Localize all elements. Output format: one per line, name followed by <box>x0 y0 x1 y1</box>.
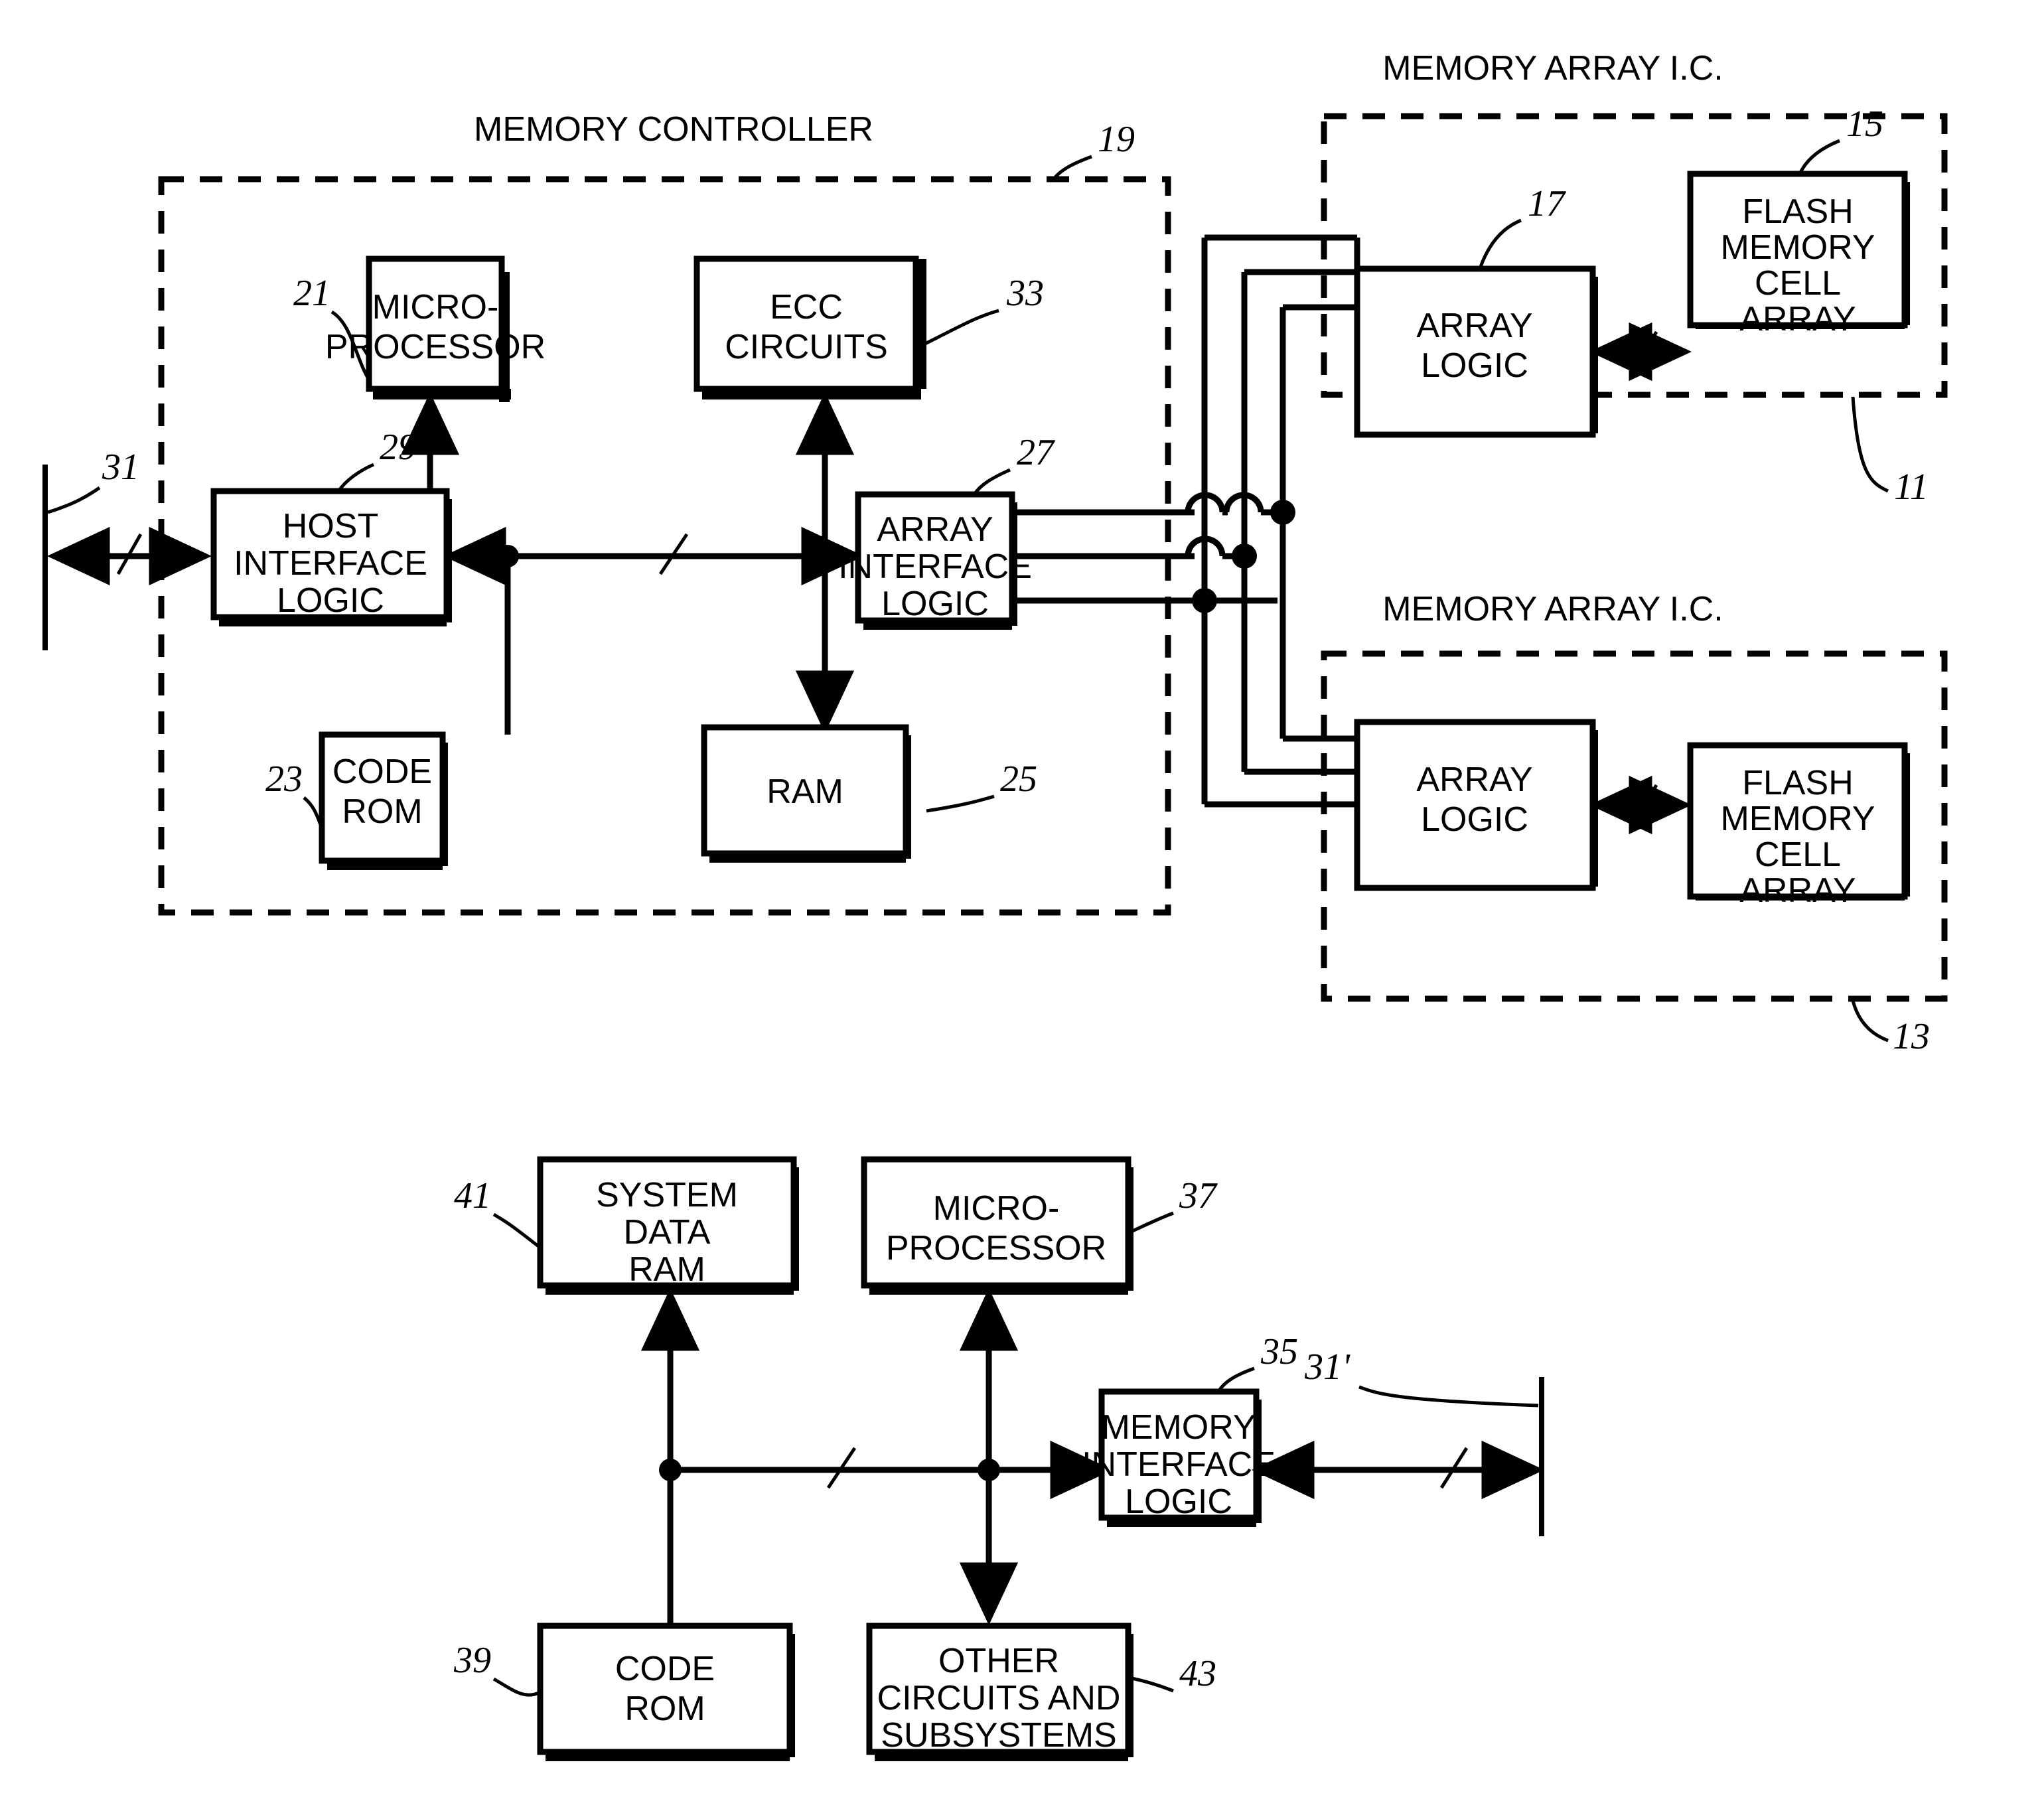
box-host-interface-logic: HOST INTERFACE LOGIC <box>210 488 452 626</box>
box-label-line: CODE <box>332 753 432 791</box>
ref-35: 35 <box>1216 1331 1298 1393</box>
box-label-line: CELL <box>1755 264 1841 303</box>
svg-text:15: 15 <box>1846 104 1883 145</box>
box-label-line: DATA <box>624 1213 711 1252</box>
svg-text:25: 25 <box>1000 759 1037 800</box>
box-label-line: ROM <box>624 1690 705 1728</box>
memory-array-ic-top-title: MEMORY ARRAY I.C. <box>1382 49 1723 88</box>
ref-13: 13 <box>1851 1000 1930 1057</box>
box-array-logic-bottom: ARRAY LOGIC <box>1354 719 1598 891</box>
box-flash-memory-cell-array-bottom: FLASH MEMORY CELL ARRAY <box>1687 742 1910 910</box>
svg-text:43: 43 <box>1179 1653 1216 1694</box>
box-label-line: OTHER <box>938 1642 1059 1680</box>
box-label-line: INTERFACE <box>1082 1445 1276 1484</box>
box-label-line: RAM <box>628 1250 705 1289</box>
box-array-logic-top: ARRAY LOGIC <box>1354 265 1598 438</box>
box-label-line: MEMORY <box>1720 800 1875 838</box>
host-system-bus <box>640 1288 1113 1626</box>
box-label-line: CODE <box>615 1650 715 1688</box>
svg-text:17: 17 <box>1528 183 1566 224</box>
svg-text:37: 37 <box>1179 1175 1218 1216</box>
box-other-circuits: OTHER CIRCUITS AND SUBSYSTEMS <box>866 1623 1133 1761</box>
svg-text:21: 21 <box>293 273 330 314</box>
box-label-line: ECC <box>770 288 843 326</box>
controller-bus <box>400 392 864 735</box>
svg-text:29: 29 <box>380 427 417 468</box>
array-bus <box>1012 234 1360 808</box>
ref-41: 41 <box>454 1175 542 1249</box>
svg-text:33: 33 <box>1006 273 1044 314</box>
box-label-line: CELL <box>1755 835 1841 874</box>
box-label-line: CIRCUITS AND <box>877 1679 1121 1717</box>
box-label-line: ARRAY <box>877 510 993 549</box>
box-label-line: CIRCUITS <box>725 328 888 366</box>
host-bus-connector <box>42 465 212 650</box>
svg-text:31': 31' <box>1304 1346 1350 1388</box>
ref-11: 11 <box>1851 396 1929 508</box>
ref-17: 17 <box>1478 183 1566 269</box>
svg-text:35: 35 <box>1260 1331 1298 1372</box>
ref-31: 31 <box>102 447 139 488</box>
svg-text:39: 39 <box>453 1640 491 1681</box>
box-microprocessor: MICRO- PROCESSOR <box>325 255 546 402</box>
ref-29: 29 <box>336 427 417 492</box>
box-system-data-ram: SYSTEM DATA RAM <box>537 1156 799 1295</box>
box-label-line: SYSTEM <box>596 1176 738 1214</box>
box-label-line: PROCESSOR <box>325 328 546 366</box>
svg-text:19: 19 <box>1098 119 1135 160</box>
box-code-rom-host: CODE ROM <box>537 1623 795 1761</box>
memory-array-ic-bottom-title: MEMORY ARRAY I.C. <box>1382 590 1723 628</box>
figure-canvas: MICRO- PROCESSOR 21 ECC CIRCUITS 33 HOST… <box>42 49 1948 1761</box>
svg-text:11: 11 <box>1894 467 1929 508</box>
box-label-line: ROM <box>342 792 422 831</box>
box-label-line: SUBSYSTEMS <box>881 1716 1116 1755</box>
box-label-line: LOGIC <box>1125 1483 1232 1521</box>
ref-43: 43 <box>1128 1653 1216 1694</box>
box-label-line: MEMORY <box>1720 228 1875 267</box>
ref-27: 27 <box>972 432 1055 496</box>
svg-text:31: 31 <box>102 447 139 488</box>
ref-25: 25 <box>926 759 1037 813</box>
box-code-rom: CODE ROM <box>319 731 448 870</box>
box-label-line: HOST <box>283 507 378 545</box>
box-label-line: LOGIC <box>277 581 384 620</box>
box-array-interface-logic: ARRAY INTERFACE LOGIC <box>838 491 1032 630</box>
box-microprocessor-host: MICRO- PROCESSOR <box>861 1156 1133 1295</box>
box-label-line: ARRAY <box>1739 300 1856 338</box>
box-label-line: RAM <box>767 772 843 811</box>
box-label-line: INTERFACE <box>838 547 1032 586</box>
box-ram: RAM <box>701 724 911 863</box>
box-label-line: PROCESSOR <box>886 1229 1106 1268</box>
box-label-line: FLASH <box>1742 192 1854 231</box>
array-logic-flash-link-bottom <box>1589 775 1692 835</box>
box-label-line: MICRO- <box>372 288 499 326</box>
box-label-line: ARRAY <box>1739 871 1856 910</box>
svg-text:41: 41 <box>454 1175 491 1216</box>
box-flash-memory-cell-array-top: FLASH MEMORY CELL ARRAY <box>1687 171 1910 338</box>
box-ecc-circuits: ECC CIRCUITS <box>694 255 926 399</box>
ref-31-prime: 31' <box>1304 1346 1350 1388</box>
ref-37: 37 <box>1127 1175 1218 1235</box>
box-label-line: MEMORY <box>1101 1408 1256 1447</box>
svg-text:13: 13 <box>1893 1016 1930 1057</box>
box-label-line: LOGIC <box>1421 346 1528 385</box>
box-label-line: MICRO- <box>933 1189 1060 1228</box>
patent-figure-page: MICRO- PROCESSOR 21 ECC CIRCUITS 33 HOST… <box>0 0 2044 1811</box>
box-label-line: ARRAY <box>1416 761 1532 799</box>
host-bus-connector-prime <box>1252 1377 1544 1536</box>
ref-19: 19 <box>1051 119 1135 182</box>
box-label-line: INTERFACE <box>234 544 427 583</box>
box-label-line: ARRAY <box>1416 307 1532 345</box>
box-label-line: FLASH <box>1742 764 1854 802</box>
box-label-line: LOGIC <box>1421 800 1528 839</box>
box-label-line: LOGIC <box>881 585 989 623</box>
svg-text:27: 27 <box>1017 432 1055 473</box>
ref-33: 33 <box>921 273 1044 347</box>
box-memory-interface-logic: MEMORY INTERFACE LOGIC <box>1082 1388 1276 1527</box>
array-logic-flash-link-top <box>1589 322 1692 382</box>
ref-23: 23 <box>265 759 324 829</box>
ref-39: 39 <box>453 1640 542 1697</box>
memory-controller-title: MEMORY CONTROLLER <box>474 110 873 149</box>
svg-text:23: 23 <box>265 759 303 800</box>
